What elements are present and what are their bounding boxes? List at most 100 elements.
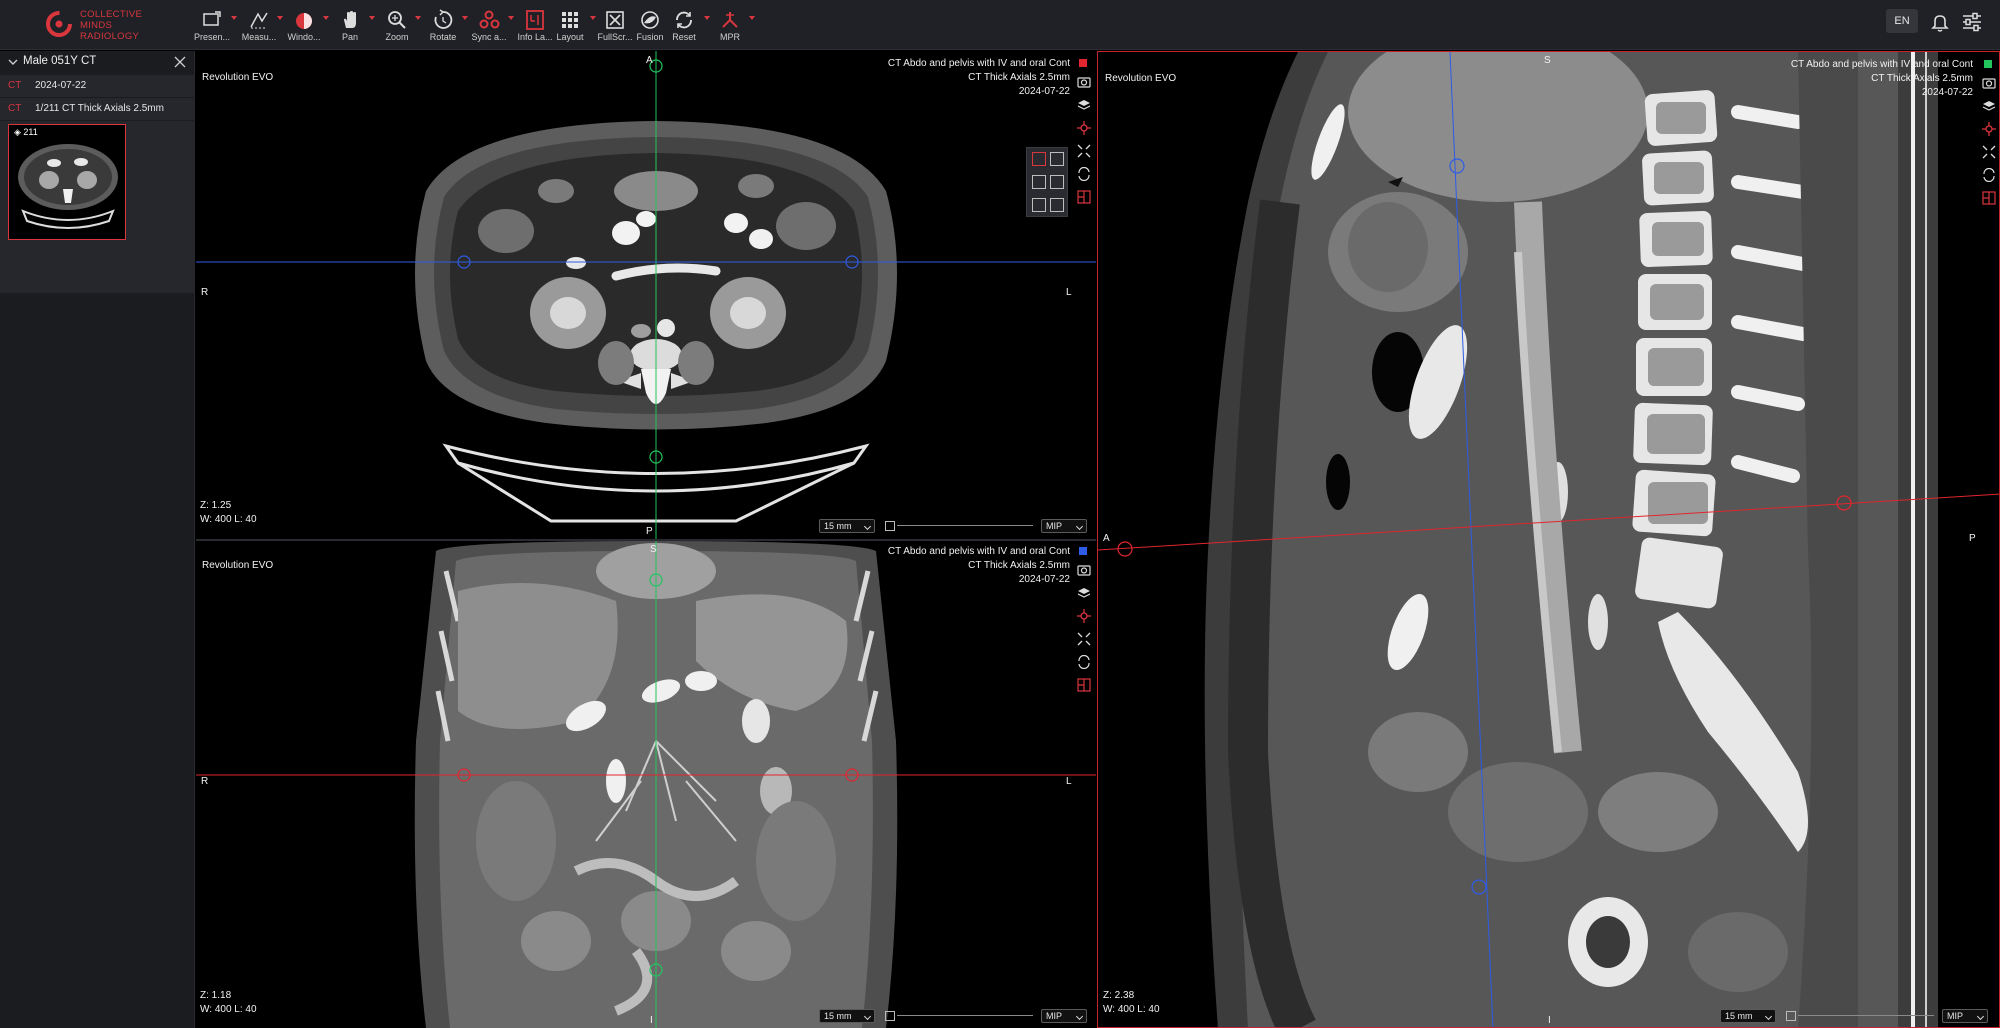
device-name: Revolution EVO [202, 560, 274, 571]
hand-icon [344, 11, 356, 28]
study-date: 2024-07-22 [1018, 86, 1070, 97]
camera-icon[interactable] [1077, 563, 1091, 577]
split-view-icon[interactable] [1077, 190, 1091, 204]
study-description: CT Abdo and pelvis with IV and oral Cont [1790, 59, 1973, 70]
zoom-icon [388, 11, 406, 29]
reset-view-icon[interactable] [1077, 655, 1091, 669]
tool-rotate[interactable]: Rotate [420, 9, 466, 43]
slab-slider-track[interactable] [897, 525, 1033, 526]
rotate-icon [434, 9, 453, 29]
slab-thickness-select[interactable]: 15 mm [1720, 1009, 1776, 1023]
tool-label: Layout [556, 32, 584, 42]
slab-slider-track[interactable] [1798, 1015, 1934, 1016]
tool-reset[interactable]: Reset [661, 9, 707, 43]
split-view-icon[interactable] [1982, 191, 1996, 205]
crosshair-icon[interactable] [1077, 609, 1091, 623]
layers-icon[interactable] [1077, 586, 1091, 600]
orientation-right: L [1066, 287, 1072, 298]
crosshair-icon[interactable] [1077, 121, 1091, 135]
reset-view-icon[interactable] [1077, 167, 1091, 181]
viewport-color-marker [1079, 59, 1087, 67]
grid-icon [562, 12, 578, 28]
camera-icon[interactable] [1077, 75, 1091, 89]
reset-view-icon[interactable] [1982, 168, 1996, 182]
slab-slider-handle[interactable] [1786, 1011, 1796, 1021]
orientation-bottom: P [646, 526, 653, 537]
viewport-tools [1980, 76, 1998, 214]
orientation-right: P [1969, 533, 1976, 544]
layers-icon[interactable] [1982, 99, 1996, 113]
layers-icon[interactable] [1077, 98, 1091, 112]
thumbnail-count: ◈ 211 [14, 127, 38, 137]
zoom-readout: Z: 1.18 [200, 990, 232, 1001]
study-date: 2024-07-22 [1018, 574, 1070, 585]
slab-slider-handle[interactable] [885, 1011, 895, 1021]
layout-option[interactable] [1050, 175, 1064, 189]
projection-mode-select[interactable]: MIP [1942, 1009, 1988, 1023]
close-icon[interactable] [174, 56, 186, 68]
series-thumbnail[interactable]: ◈ 211 [8, 124, 126, 240]
viewport-divider [196, 539, 1096, 541]
series-row[interactable]: CT 1/211 CT Thick Axials 2.5mm [0, 98, 195, 120]
layout-option[interactable] [1032, 152, 1046, 166]
brand-logo[interactable]: COLLECTIVE MINDS RADIOLOGY [44, 7, 164, 43]
tool-layout[interactable]: Layout [547, 9, 593, 43]
collapse-icon[interactable] [1077, 144, 1091, 158]
split-view-icon[interactable] [1077, 678, 1091, 692]
window-level-readout: W: 400 L: 40 [1103, 1004, 1160, 1015]
viewport-color-marker [1079, 547, 1087, 555]
axial-ct-image [196, 51, 1096, 539]
collapse-icon[interactable] [1982, 145, 1996, 159]
study-date: 2024-07-22 [35, 80, 87, 91]
language-selector[interactable]: EN [1886, 9, 1918, 33]
presentation-icon [203, 11, 221, 26]
layout-option[interactable] [1032, 198, 1046, 212]
logo-line: COLLECTIVE [80, 9, 143, 20]
tool-pan[interactable]: Pan [327, 9, 373, 43]
study-header[interactable]: Male 051Y CT [0, 51, 195, 73]
chevron-down-icon[interactable] [749, 16, 755, 20]
layout-option[interactable] [1050, 152, 1064, 166]
projection-mode-select[interactable]: MIP [1041, 1009, 1087, 1023]
chevron-down-icon[interactable] [8, 57, 18, 67]
tool-label: Presen... [193, 32, 231, 42]
tool-presentation[interactable]: Presen... [189, 9, 235, 43]
slab-thickness-select[interactable]: 15 mm [819, 519, 875, 533]
logo-mark-icon [46, 11, 72, 37]
viewport-axial[interactable]: Revolution EVO CT Abdo and pelvis with I… [196, 51, 1096, 539]
settings-sliders-icon[interactable] [1961, 11, 1983, 33]
orientation-left: R [201, 287, 209, 298]
series-description: CT Thick Axials 2.5mm [968, 560, 1070, 571]
viewport-coronal[interactable]: Revolution EVO CT Abdo and pelvis with I… [196, 541, 1096, 1028]
slab-slider-track[interactable] [897, 1015, 1033, 1016]
tool-zoom[interactable]: Zoom [374, 9, 420, 43]
modality-tag: CT [8, 103, 22, 114]
study-title: Male 051Y CT [23, 55, 97, 67]
reset-icon [676, 11, 692, 29]
bell-icon[interactable] [1929, 11, 1951, 33]
viewport-tools [1075, 563, 1093, 701]
tool-label: MPR [720, 32, 740, 42]
tool-measure[interactable]: Measu... [236, 9, 282, 43]
tool-sync[interactable]: Sync a... [466, 9, 512, 43]
thumbnail-area: ◈ 211 [0, 121, 195, 293]
camera-icon[interactable] [1982, 76, 1996, 90]
viewport-sagittal[interactable]: Revolution EVO CT Abdo and pelvis with I… [1097, 51, 2000, 1028]
tool-window[interactable]: Windo... [281, 9, 327, 43]
viewport-color-marker [1984, 60, 1992, 68]
orientation-left: A [1103, 533, 1110, 544]
device-name: Revolution EVO [1105, 73, 1177, 84]
tool-mpr[interactable]: MPR [707, 9, 753, 43]
window-level-readout: W: 400 L: 40 [200, 514, 257, 525]
slab-thickness-select[interactable]: 15 mm [819, 1009, 875, 1023]
study-date-row[interactable]: CT 2024-07-22 [0, 75, 195, 97]
crosshair-icon[interactable] [1982, 122, 1996, 136]
thumbnail-image [18, 144, 118, 229]
projection-mode-select[interactable]: MIP [1041, 519, 1087, 533]
study-description: CT Abdo and pelvis with IV and oral Cont [887, 546, 1070, 557]
layout-option[interactable] [1050, 198, 1064, 212]
layout-option[interactable] [1032, 175, 1046, 189]
collapse-icon[interactable] [1077, 632, 1091, 646]
slab-slider-handle[interactable] [885, 521, 895, 531]
zoom-readout: Z: 1.25 [200, 500, 232, 511]
